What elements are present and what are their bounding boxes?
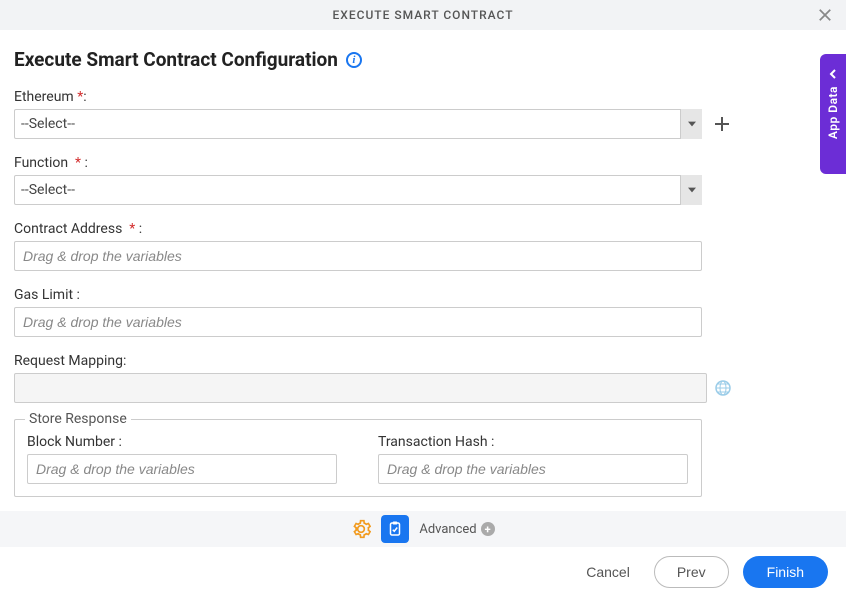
transaction-hash-input[interactable] bbox=[378, 454, 688, 484]
required-star: * bbox=[129, 221, 135, 237]
contract-address-label-text: Contract Address bbox=[14, 221, 122, 237]
function-label: Function * : bbox=[14, 155, 832, 171]
transaction-hash-col: Transaction Hash : bbox=[378, 434, 689, 484]
chevron-down-icon[interactable] bbox=[680, 175, 702, 205]
add-ethereum-button[interactable] bbox=[712, 114, 732, 134]
function-group: Function * : --Select-- bbox=[14, 155, 832, 205]
finish-button[interactable]: Finish bbox=[743, 556, 828, 588]
contract-address-colon: : bbox=[139, 221, 142, 237]
function-select[interactable]: --Select-- bbox=[14, 175, 702, 205]
required-star: * bbox=[75, 155, 81, 171]
footer-actions: Cancel Prev Finish bbox=[0, 547, 846, 597]
block-number-col: Block Number : bbox=[27, 434, 338, 484]
request-mapping-group: Request Mapping: bbox=[14, 353, 832, 403]
ethereum-select[interactable]: --Select-- bbox=[14, 109, 702, 139]
ethereum-select-row: --Select-- bbox=[14, 109, 832, 139]
close-icon[interactable] bbox=[816, 6, 834, 24]
prev-button[interactable]: Prev bbox=[654, 556, 729, 588]
store-response-row: Block Number : Transaction Hash : bbox=[27, 434, 689, 484]
clipboard-check-icon[interactable] bbox=[381, 515, 409, 543]
app-data-tab[interactable]: App Data bbox=[820, 54, 846, 174]
function-select-value: --Select-- bbox=[14, 175, 702, 205]
block-number-input[interactable] bbox=[27, 454, 337, 484]
page-title: Execute Smart Contract Configuration bbox=[14, 48, 338, 71]
header-title: EXECUTE SMART CONTRACT bbox=[332, 8, 513, 22]
request-mapping-label: Request Mapping: bbox=[14, 353, 832, 369]
ethereum-colon: : bbox=[83, 89, 86, 105]
gas-limit-label: Gas Limit : bbox=[14, 287, 832, 303]
ethereum-label-text: Ethereum bbox=[14, 89, 74, 105]
plus-circle-icon: + bbox=[481, 522, 495, 536]
ethereum-group: Ethereum *: --Select-- bbox=[14, 89, 832, 139]
store-response-legend: Store Response bbox=[25, 411, 131, 427]
block-number-label: Block Number : bbox=[27, 434, 338, 450]
advanced-toggle[interactable]: Advanced + bbox=[419, 522, 494, 537]
gas-limit-group: Gas Limit : bbox=[14, 287, 832, 337]
contract-address-label: Contract Address * : bbox=[14, 221, 832, 237]
function-label-text: Function bbox=[14, 155, 68, 171]
cancel-button[interactable]: Cancel bbox=[576, 558, 640, 586]
request-mapping-row bbox=[14, 373, 832, 403]
ethereum-label: Ethereum *: bbox=[14, 89, 832, 105]
gas-limit-input[interactable] bbox=[14, 307, 702, 337]
ethereum-select-value: --Select-- bbox=[14, 109, 702, 139]
globe-icon[interactable] bbox=[715, 380, 731, 396]
store-response-fieldset: Store Response Block Number : Transactio… bbox=[14, 419, 702, 497]
page-title-row: Execute Smart Contract Configuration i bbox=[14, 48, 832, 71]
app-data-label: App Data bbox=[826, 86, 840, 139]
gear-icon[interactable] bbox=[351, 519, 371, 539]
request-mapping-input[interactable] bbox=[14, 373, 707, 403]
chevron-down-icon[interactable] bbox=[680, 109, 702, 139]
function-colon: : bbox=[85, 155, 88, 171]
contract-address-input[interactable] bbox=[14, 241, 702, 271]
content-area: Execute Smart Contract Configuration i E… bbox=[0, 30, 846, 507]
dialog-header: EXECUTE SMART CONTRACT bbox=[0, 0, 846, 30]
contract-address-group: Contract Address * : bbox=[14, 221, 832, 271]
advanced-label-text: Advanced bbox=[419, 522, 476, 537]
chevron-left-icon bbox=[828, 64, 838, 74]
bottom-toolbar: Advanced + bbox=[0, 511, 846, 547]
info-icon[interactable]: i bbox=[346, 52, 362, 68]
transaction-hash-label: Transaction Hash : bbox=[378, 434, 689, 450]
